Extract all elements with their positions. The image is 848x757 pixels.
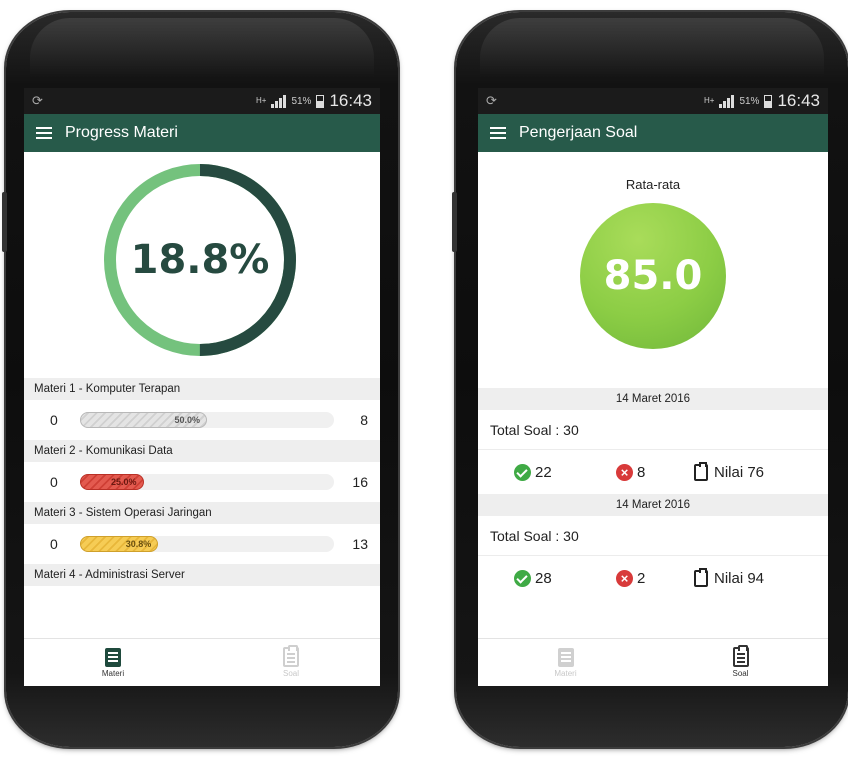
app-bar: Pengerjaan Soal <box>478 114 828 152</box>
materi-progress-row[interactable]: 0 30.8% 13 <box>24 524 380 564</box>
nav-materi-label: Materi <box>101 668 125 678</box>
materi-progress-fill: 50.0% <box>80 412 207 428</box>
materi-max: 13 <box>352 536 368 552</box>
average-score-circle: 85.0 <box>580 203 726 349</box>
battery-icon <box>764 94 773 108</box>
nav-soal[interactable]: Soal <box>202 639 380 686</box>
battery-percent: 51% <box>739 95 760 107</box>
attempt-stats-row[interactable]: 22 × 8 Nilai 76 <box>478 450 828 494</box>
wrong-value: 8 <box>637 463 646 481</box>
sync-icon: ⟳ <box>32 93 43 108</box>
wrong-count: × 2 <box>616 569 694 587</box>
clipboard-icon <box>694 567 708 587</box>
progress-ring: 18.8% <box>102 162 298 358</box>
materi-header: Materi 1 - Komputer Terapan <box>24 378 380 400</box>
nav-materi-label: Materi <box>554 668 577 678</box>
check-circle-icon <box>514 463 531 481</box>
volume-button <box>2 192 7 252</box>
materi-progress-bar: 30.8% <box>80 536 334 552</box>
attempt-list: 14 Maret 2016 Total Soal : 30 22 × 8 Nil… <box>478 388 828 600</box>
materi-progress-row[interactable]: 0 50.0% 8 <box>24 400 380 440</box>
materi-progress-row[interactable]: 0 25.0% 16 <box>24 462 380 502</box>
clipboard-icon <box>694 461 708 481</box>
nav-soal-label: Soal <box>282 669 299 678</box>
hamburger-menu-icon[interactable] <box>490 127 506 139</box>
pengerjaan-soal-screen: ⟳ H+ 51% 16:43 Pengerjaan Soal Rata-rata… <box>478 88 828 686</box>
score-value: Nilai 76 <box>714 463 765 481</box>
nav-materi[interactable]: Materi <box>24 639 202 686</box>
average-label: Rata-rata <box>625 177 681 192</box>
page-title: Progress Materi <box>65 124 178 141</box>
wrong-count: × 8 <box>616 463 694 481</box>
nav-soal[interactable]: Soal <box>653 639 828 686</box>
x-circle-icon: × <box>616 463 633 481</box>
score: Nilai 94 <box>694 567 765 587</box>
status-bar: ⟳ H+ 51% 16:43 <box>478 88 828 114</box>
materi-header: Materi 4 - Administrasi Server <box>24 564 380 586</box>
materi-percent: 30.8% <box>125 539 152 549</box>
wrong-value: 2 <box>637 569 646 587</box>
clipboard-icon <box>283 645 299 667</box>
bottom-nav: Materi Soal <box>478 638 828 686</box>
materi-list: Materi 1 - Komputer Terapan 0 50.0% 8 Ma… <box>24 378 380 586</box>
materi-header: Materi 3 - Sistem Operasi Jaringan <box>24 502 380 524</box>
document-icon <box>105 647 121 667</box>
materi-max: 8 <box>360 412 368 428</box>
progress-materi-screen: ⟳ H+ 51% 16:43 Progress Materi 18.8% Mat… <box>24 88 380 686</box>
document-icon <box>557 647 574 667</box>
correct-count: 22 <box>514 463 616 481</box>
phone-left: ⟳ H+ 51% 16:43 Progress Materi 18.8% Mat… <box>2 12 398 747</box>
page-title: Pengerjaan Soal <box>519 124 638 141</box>
status-time: 16:43 <box>777 91 820 110</box>
overall-progress-value: 18.8% <box>130 237 270 283</box>
volume-button <box>452 192 457 252</box>
attempt-date: 14 Maret 2016 <box>478 494 828 516</box>
materi-header: Materi 2 - Komunikasi Data <box>24 440 380 462</box>
nav-materi[interactable]: Materi <box>478 639 653 686</box>
hamburger-menu-icon[interactable] <box>36 127 52 139</box>
attempt-total: Total Soal : 30 <box>478 410 828 450</box>
score-value: Nilai 94 <box>714 569 765 587</box>
network-type-icon: H+ <box>255 96 267 105</box>
materi-progress-bar: 50.0% <box>80 412 334 428</box>
app-bar: Progress Materi <box>24 114 380 152</box>
check-circle-icon <box>514 569 531 587</box>
correct-value: 22 <box>535 463 552 481</box>
bottom-nav: Materi Soal <box>24 638 380 686</box>
attempt-stats-row[interactable]: 28 × 2 Nilai 94 <box>478 556 828 600</box>
score: Nilai 76 <box>694 461 765 481</box>
materi-progress-fill: 25.0% <box>80 474 144 490</box>
materi-progress-bar: 25.0% <box>80 474 334 490</box>
signal-icon <box>719 94 735 108</box>
attempt-date: 14 Maret 2016 <box>478 388 828 410</box>
materi-progress-fill: 30.8% <box>80 536 159 552</box>
attempt-total: Total Soal : 30 <box>478 516 828 556</box>
status-time: 16:43 <box>329 91 372 110</box>
materi-min: 0 <box>50 412 58 428</box>
average-score-value: 85.0 <box>603 253 703 299</box>
sync-icon: ⟳ <box>486 93 497 108</box>
clipboard-icon <box>732 645 749 667</box>
materi-percent: 50.0% <box>174 415 200 425</box>
materi-min: 0 <box>50 536 58 552</box>
status-bar: ⟳ H+ 51% 16:43 <box>24 88 380 114</box>
materi-percent: 25.0% <box>110 477 137 487</box>
correct-count: 28 <box>514 569 616 587</box>
x-circle-icon: × <box>616 569 633 587</box>
materi-max: 16 <box>352 474 368 490</box>
correct-value: 28 <box>535 569 552 587</box>
network-type-icon: H+ <box>703 96 715 105</box>
nav-soal-label: Soal <box>732 669 749 678</box>
battery-icon <box>316 94 325 108</box>
phone-right: ⟳ H+ 51% 16:43 Pengerjaan Soal Rata-rata… <box>452 12 848 747</box>
materi-min: 0 <box>50 474 58 490</box>
battery-percent: 51% <box>291 95 312 107</box>
signal-icon <box>271 94 287 108</box>
